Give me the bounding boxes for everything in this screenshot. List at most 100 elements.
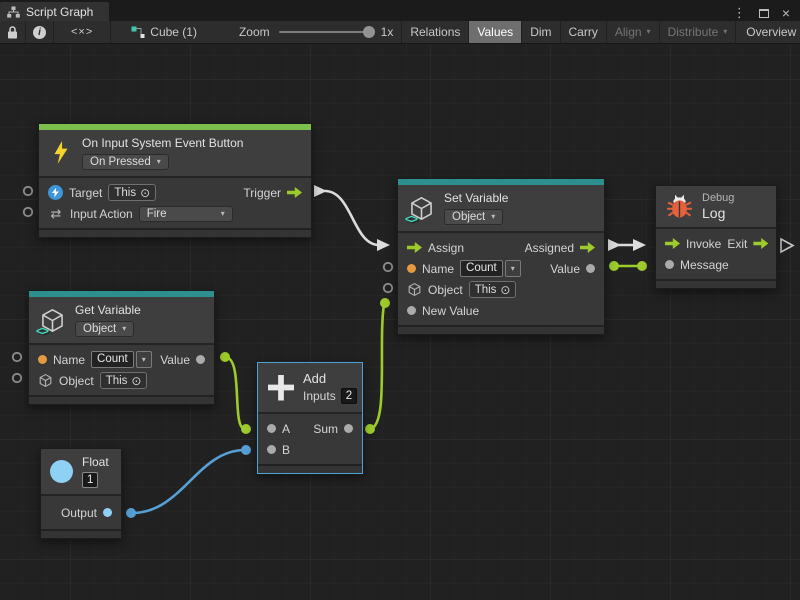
- port-ring-event-target[interactable]: [24, 187, 32, 195]
- port-ring-get-object[interactable]: [13, 374, 21, 382]
- graph-canvas[interactable]: On Input System Event Button On Pressed …: [0, 44, 800, 600]
- value-port[interactable]: [586, 264, 595, 273]
- node-add[interactable]: Add Inputs 2 A Sum: [257, 362, 363, 474]
- variable-kind-value: Object: [83, 323, 116, 335]
- window-controls: ⋮ ×: [723, 5, 800, 21]
- wire-assigned-to-invoke[interactable]: [608, 239, 646, 251]
- node-footer: [258, 464, 362, 473]
- name-dropdown[interactable]: Count ▾: [91, 351, 152, 368]
- variable-icon: <>: [39, 307, 66, 334]
- variable-kind-value: Object: [452, 211, 485, 223]
- invoke-port-label: Invoke: [686, 237, 721, 251]
- distribute-label: Distribute: [668, 25, 719, 39]
- node-footer: [398, 325, 604, 334]
- object-chip[interactable]: This ⊙: [469, 281, 517, 298]
- zoom-control: Zoom 1x: [231, 21, 401, 43]
- name-dropdown-button[interactable]: ▾: [505, 260, 521, 277]
- wire-getvalue-to-add-a[interactable]: [220, 352, 251, 434]
- graph-toolbar: i <×> Cube (1) Zoom 1x Relations Values …: [0, 21, 800, 44]
- object-picker-icon[interactable]: ⊙: [140, 187, 150, 199]
- name-port[interactable]: [407, 264, 416, 273]
- float-value-field[interactable]: 1: [82, 472, 98, 488]
- maximize-icon[interactable]: [759, 9, 769, 18]
- event-mode-dropdown[interactable]: On Pressed ▾: [82, 154, 169, 170]
- object-value: This: [106, 375, 128, 387]
- new-value-port[interactable]: [407, 306, 416, 315]
- b-port[interactable]: [267, 445, 276, 454]
- object-value: This: [475, 284, 497, 296]
- info-button[interactable]: i: [26, 21, 54, 43]
- overview-button[interactable]: Overview: [738, 21, 800, 43]
- lock-button[interactable]: [0, 21, 26, 43]
- insert-unit-button[interactable]: <×>: [54, 21, 111, 43]
- node-footer: [41, 529, 121, 538]
- target-object-chip[interactable]: This ⊙: [108, 184, 156, 201]
- graph-asset-icon: [131, 26, 145, 39]
- exit-flow-port[interactable]: [753, 238, 768, 249]
- name-port-label: Name: [422, 262, 454, 276]
- target-object-value: This: [114, 187, 136, 199]
- carry-button[interactable]: Carry: [561, 21, 607, 43]
- name-dropdown-button[interactable]: ▾: [136, 351, 152, 368]
- sum-port[interactable]: [344, 424, 353, 433]
- zoom-slider-knob[interactable]: [363, 26, 375, 38]
- invoke-flow-port[interactable]: [665, 238, 680, 249]
- name-port[interactable]: [38, 355, 47, 364]
- message-port[interactable]: [665, 260, 674, 269]
- values-button[interactable]: Values: [469, 21, 522, 43]
- exit-wire-stub[interactable]: [781, 239, 793, 252]
- variable-kind-dropdown[interactable]: Object ▾: [444, 209, 503, 225]
- zoom-label: Zoom: [239, 25, 270, 39]
- output-port[interactable]: [103, 508, 112, 517]
- variable-kind-dropdown[interactable]: Object ▾: [75, 321, 134, 337]
- relations-button[interactable]: Relations: [402, 21, 469, 43]
- value-port[interactable]: [196, 355, 205, 364]
- port-ring-set-name[interactable]: [384, 263, 392, 271]
- node-float[interactable]: Float 1 Output: [40, 448, 122, 539]
- node-title: Set Variable: [444, 191, 508, 206]
- name-value[interactable]: Count: [91, 351, 134, 368]
- object-port-label: Object: [428, 283, 463, 297]
- port-ring-get-name[interactable]: [13, 353, 21, 361]
- variable-angles-icon: <>: [36, 324, 48, 338]
- node-debug-log[interactable]: Debug Log Invoke Exit Message: [655, 185, 777, 289]
- name-dropdown[interactable]: Count ▾: [460, 260, 521, 277]
- menu-kebab-icon[interactable]: ⋮: [733, 5, 746, 21]
- message-port-label: Message: [680, 258, 729, 272]
- assign-flow-port[interactable]: [407, 242, 422, 253]
- port-ring-event-inputaction[interactable]: [24, 208, 32, 216]
- align-dropdown[interactable]: Align▾: [607, 21, 660, 43]
- object-chip[interactable]: This ⊙: [100, 372, 148, 389]
- graph-hierarchy-icon: [7, 6, 20, 18]
- chevron-down-icon: ▾: [511, 265, 515, 273]
- carry-label: Carry: [569, 25, 598, 39]
- port-ring-set-object[interactable]: [384, 284, 392, 292]
- node-set-variable[interactable]: <> Set Variable Object ▾ Assign Assigned: [397, 178, 605, 335]
- node-footer: [29, 395, 214, 404]
- input-action-icon: ⇄: [48, 206, 64, 222]
- input-action-dropdown[interactable]: Fire ▾: [139, 206, 233, 222]
- a-port[interactable]: [267, 424, 276, 433]
- dim-button[interactable]: Dim: [522, 21, 560, 43]
- wire-value-to-message[interactable]: [609, 261, 647, 271]
- wire-float-to-add-b[interactable]: [126, 445, 251, 518]
- value-port-label: Value: [550, 262, 580, 276]
- object-picker-icon[interactable]: ⊙: [500, 284, 510, 296]
- chevron-down-icon: ▾: [647, 28, 651, 36]
- name-value[interactable]: Count: [460, 260, 503, 277]
- close-icon[interactable]: ×: [782, 5, 790, 21]
- wire-trigger-to-assign[interactable]: [314, 185, 390, 251]
- inputs-count-field[interactable]: 2: [341, 388, 357, 404]
- distribute-dropdown[interactable]: Distribute▾: [660, 21, 737, 43]
- assigned-flow-port[interactable]: [580, 242, 595, 253]
- node-get-variable[interactable]: <> Get Variable Object ▾ Name Count ▾: [28, 290, 215, 405]
- tab-script-graph[interactable]: Script Graph: [0, 2, 109, 21]
- zoom-slider[interactable]: [279, 31, 372, 33]
- object-picker-icon[interactable]: ⊙: [131, 375, 141, 387]
- target-port-label: Target: [69, 186, 102, 200]
- node-on-input-system-event-button[interactable]: On Input System Event Button On Pressed …: [38, 123, 312, 238]
- trigger-flow-port[interactable]: [287, 187, 302, 198]
- new-value-port-label: New Value: [422, 304, 479, 318]
- wire-sum-to-newvalue[interactable]: [365, 298, 390, 434]
- graph-asset-breadcrumb[interactable]: Cube (1): [123, 21, 205, 43]
